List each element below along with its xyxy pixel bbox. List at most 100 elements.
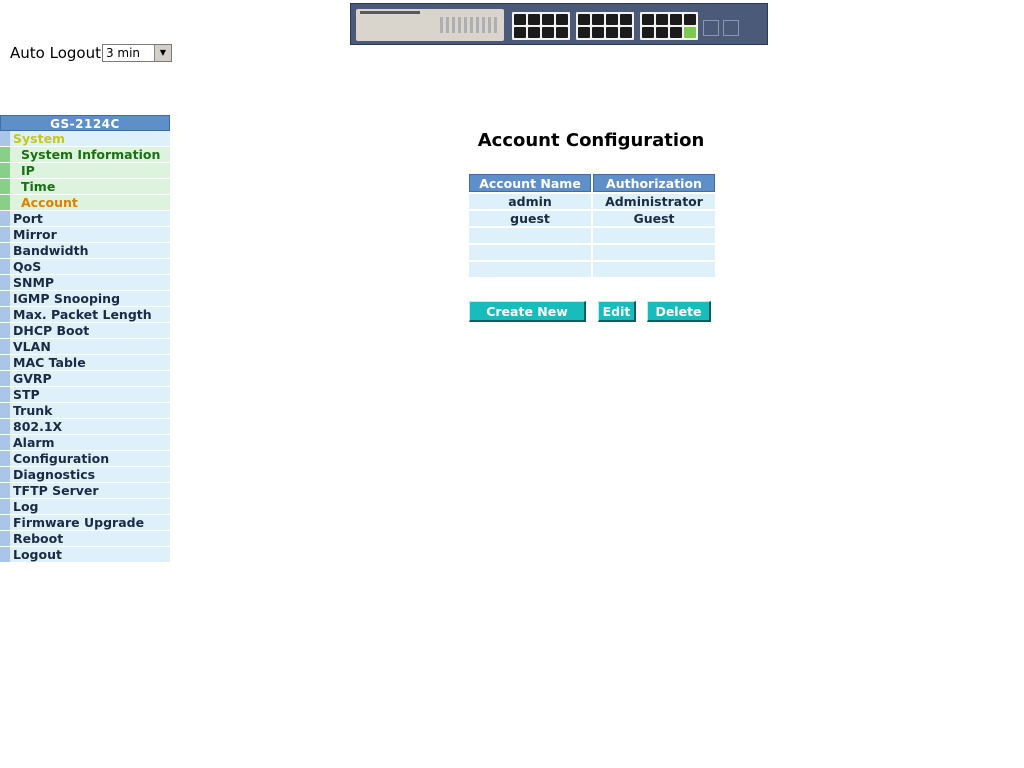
menu-bullet-icon xyxy=(0,403,10,418)
menu-bullet-icon xyxy=(0,179,10,194)
create-new-button[interactable]: Create New xyxy=(469,301,586,322)
sidebar-item-qos[interactable]: QoS xyxy=(0,259,170,275)
table-header-row: Account Name Authorization xyxy=(469,174,715,192)
led-indicators xyxy=(440,17,498,33)
auto-logout-value: 3 min xyxy=(105,46,141,60)
sidebar-item-label: Diagnostics xyxy=(13,467,96,482)
sidebar-item-system-information[interactable]: System Information xyxy=(0,147,170,163)
device-model-title: GS-2124C xyxy=(0,115,170,131)
menu-bullet-icon xyxy=(0,515,10,530)
sidebar-item-log[interactable]: Log xyxy=(0,499,170,515)
sidebar-item-reboot[interactable]: Reboot xyxy=(0,531,170,547)
sidebar-item-tftp-server[interactable]: TFTP Server xyxy=(0,483,170,499)
menu-bullet-icon xyxy=(0,195,10,210)
menu-bullet-icon xyxy=(0,419,10,434)
sidebar-item-label: Mirror xyxy=(13,227,57,242)
menu-bullet-icon xyxy=(0,339,10,354)
table-row[interactable] xyxy=(469,245,715,260)
account-name-cell xyxy=(469,228,591,243)
menu-bullet-icon xyxy=(0,499,10,514)
sidebar-item-diagnostics[interactable]: Diagnostics xyxy=(0,467,170,483)
menu-bullet-icon xyxy=(0,467,10,482)
sidebar-item-label: System Information xyxy=(21,147,161,162)
column-header-account-name: Account Name xyxy=(469,174,591,192)
sidebar-item-label: Alarm xyxy=(13,435,55,450)
port-group-2 xyxy=(576,12,634,40)
auto-logout-label: Auto Logout xyxy=(10,44,101,62)
sidebar-item-label: Trunk xyxy=(13,403,53,418)
table-row[interactable]: guest Guest xyxy=(469,211,715,226)
chevron-down-icon[interactable]: ▼ xyxy=(153,45,171,61)
sidebar-item-label: DHCP Boot xyxy=(13,323,90,338)
sidebar-item-label: Firmware Upgrade xyxy=(13,515,145,530)
menu-bullet-icon xyxy=(0,435,10,450)
sidebar-item-firmware-upgrade[interactable]: Firmware Upgrade xyxy=(0,515,170,531)
sidebar-item-trunk[interactable]: Trunk xyxy=(0,403,170,419)
sidebar-item-label: IGMP Snooping xyxy=(13,291,121,306)
sidebar-item-label: TFTP Server xyxy=(13,483,99,498)
sidebar-item-snmp[interactable]: SNMP xyxy=(0,275,170,291)
authorization-cell xyxy=(593,262,715,277)
sidebar-item-label: Port xyxy=(13,211,43,226)
sidebar-item-stp[interactable]: STP xyxy=(0,387,170,403)
sidebar-item-ip[interactable]: IP xyxy=(0,163,170,179)
sidebar-item-label: SNMP xyxy=(13,275,55,290)
menu-bullet-icon xyxy=(0,323,10,338)
table-row[interactable]: admin Administrator xyxy=(469,194,715,209)
sidebar-menu: GS-2124C System System Information IP Time A… xyxy=(0,115,170,563)
sidebar-item-max-packet-length[interactable]: Max. Packet Length xyxy=(0,307,170,323)
sidebar-item-mirror[interactable]: Mirror xyxy=(0,227,170,243)
sidebar-items: System System Information IP Time Account Por… xyxy=(0,131,170,563)
menu-bullet-icon xyxy=(0,547,10,562)
sidebar-item-logout[interactable]: Logout xyxy=(0,547,170,563)
sidebar-item-alarm[interactable]: Alarm xyxy=(0,435,170,451)
menu-bullet-icon xyxy=(0,211,10,226)
authorization-cell xyxy=(593,245,715,260)
menu-bullet-icon xyxy=(0,147,10,162)
sfp-port-2 xyxy=(723,20,739,36)
menu-bullet-icon xyxy=(0,371,10,386)
authorization-cell: Guest xyxy=(593,211,715,226)
sidebar-item-system[interactable]: System xyxy=(0,131,170,147)
edit-button[interactable]: Edit xyxy=(598,301,636,322)
page-title: Account Configuration xyxy=(477,130,705,151)
menu-bullet-icon xyxy=(0,531,10,546)
sidebar-item-label: Reboot xyxy=(13,531,64,546)
sidebar-item-802-1x[interactable]: 802.1X xyxy=(0,419,170,435)
delete-button[interactable]: Delete xyxy=(647,301,711,322)
sidebar-item-configuration[interactable]: Configuration xyxy=(0,451,170,467)
authorization-cell xyxy=(593,228,715,243)
column-header-authorization: Authorization xyxy=(593,174,715,192)
sidebar-item-label: Bandwidth xyxy=(13,243,89,258)
sidebar-item-igmp-snooping[interactable]: IGMP Snooping xyxy=(0,291,170,307)
menu-bullet-icon xyxy=(0,131,10,146)
sidebar-item-bandwidth[interactable]: Bandwidth xyxy=(0,243,170,259)
menu-bullet-icon xyxy=(0,259,10,274)
sidebar-item-label: MAC Table xyxy=(13,355,86,370)
account-name-cell: admin xyxy=(469,194,591,209)
menu-bullet-icon xyxy=(0,291,10,306)
sidebar-item-label: GVRP xyxy=(13,371,52,386)
device-label-panel xyxy=(356,9,504,41)
authorization-cell: Administrator xyxy=(593,194,715,209)
sidebar-item-time[interactable]: Time xyxy=(0,179,170,195)
sidebar-item-mac-table[interactable]: MAC Table xyxy=(0,355,170,371)
sidebar-item-port[interactable]: Port xyxy=(0,211,170,227)
sidebar-item-vlan[interactable]: VLAN xyxy=(0,339,170,355)
sidebar-item-label: Logout xyxy=(13,547,62,562)
auto-logout-select[interactable]: 3 min ▼ xyxy=(101,44,172,62)
sidebar-item-label: Max. Packet Length xyxy=(13,307,152,322)
port-group-3 xyxy=(640,12,698,40)
menu-bullet-icon xyxy=(0,275,10,290)
sidebar-item-gvrp[interactable]: GVRP xyxy=(0,371,170,387)
sidebar-item-label: Time xyxy=(21,179,56,194)
table-row[interactable] xyxy=(469,228,715,243)
menu-bullet-icon xyxy=(0,451,10,466)
account-name-cell xyxy=(469,245,591,260)
sidebar-item-label: Account xyxy=(21,195,78,210)
sidebar-item-dhcp-boot[interactable]: DHCP Boot xyxy=(0,323,170,339)
sidebar-item-account[interactable]: Account xyxy=(0,195,170,211)
sidebar-item-label: Log xyxy=(13,499,39,514)
auto-logout: Auto Logout 3 min ▼ xyxy=(10,44,172,62)
table-row[interactable] xyxy=(469,262,715,277)
